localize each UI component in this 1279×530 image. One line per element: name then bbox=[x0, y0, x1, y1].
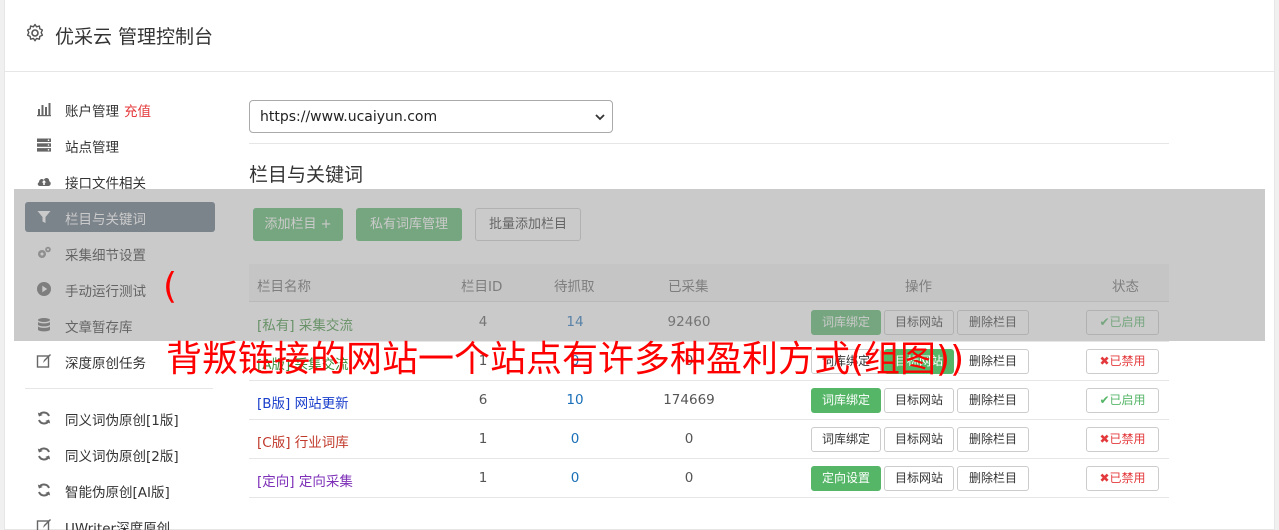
table-row: [定向] 定向采集 1 0 0 定向设置 目标网站 删除栏目 ✖已禁用 bbox=[249, 459, 1169, 498]
column-id: 6 bbox=[478, 392, 488, 408]
delete-column-button[interactable]: 删除栏目 bbox=[957, 466, 1029, 491]
table-row: [B版] 网站更新 6 10 174669 词库绑定 目标网站 删除栏目 ✔已启用 bbox=[249, 381, 1169, 420]
sidebar-item-label: 深度原创任务 bbox=[65, 356, 146, 372]
sidebar-item-uwriter[interactable]: UWriter深度原创 bbox=[25, 511, 215, 530]
cloud-upload-icon bbox=[37, 178, 51, 186]
table-row: [C版] 行业词库 1 0 0 词库绑定 目标网站 删除栏目 ✖已禁用 bbox=[249, 420, 1169, 459]
delete-column-button[interactable]: 删除栏目 bbox=[957, 349, 1029, 374]
delete-column-button[interactable]: 删除栏目 bbox=[957, 388, 1029, 413]
section-title: 栏目与关键词 bbox=[249, 164, 364, 186]
divider bbox=[249, 143, 1169, 144]
overlay-banner bbox=[14, 189, 1265, 341]
overlay-text-paren: ( bbox=[163, 266, 178, 307]
sidebar-item-label: 站点管理 bbox=[65, 140, 119, 156]
lexicon-bind-button[interactable]: 定向设置 bbox=[811, 466, 881, 491]
status-toggle[interactable]: ✖已禁用 bbox=[1086, 466, 1159, 491]
sidebar-item-account[interactable]: 账户管理 充值 bbox=[25, 94, 215, 124]
sidebar-item-synonym-v2[interactable]: 同义词伪原创[2版] bbox=[25, 439, 215, 469]
sidebar-item-sites[interactable]: 站点管理 bbox=[25, 130, 215, 160]
column-id: 1 bbox=[478, 431, 488, 447]
pending-count[interactable]: 0 bbox=[545, 470, 605, 486]
collected-count: 174669 bbox=[663, 392, 715, 408]
lexicon-bind-button[interactable]: 词库绑定 bbox=[811, 427, 881, 452]
edit-icon bbox=[36, 354, 51, 368]
bar-chart-icon bbox=[37, 103, 51, 117]
site-select-value: https://www.ucaiyun.com bbox=[260, 109, 438, 125]
column-name-link[interactable]: [定向] 定向采集 bbox=[257, 470, 353, 490]
server-icon bbox=[37, 138, 51, 152]
site-select[interactable]: https://www.ucaiyun.com bbox=[249, 100, 613, 133]
sidebar-item-label: 同义词伪原创[1版] bbox=[65, 413, 179, 429]
collected-count: 0 bbox=[684, 470, 694, 486]
delete-column-button[interactable]: 删除栏目 bbox=[957, 427, 1029, 452]
page-header: 优采云 管理控制台 bbox=[5, 0, 1274, 72]
lexicon-bind-button[interactable]: 词库绑定 bbox=[811, 388, 881, 413]
sidebar-item-synonym-v1[interactable]: 同义词伪原创[1版] bbox=[25, 403, 215, 433]
overlay-headline: 背叛链接的网站一个站点有许多种盈利方式(组图)) bbox=[166, 339, 965, 380]
target-site-button[interactable]: 目标网站 bbox=[884, 427, 954, 452]
target-site-button[interactable]: 目标网站 bbox=[884, 466, 954, 491]
status-toggle[interactable]: ✔已启用 bbox=[1086, 388, 1159, 413]
pending-count[interactable]: 0 bbox=[545, 431, 605, 447]
refresh-icon bbox=[37, 483, 51, 497]
collected-count: 0 bbox=[684, 431, 694, 447]
target-site-button[interactable]: 目标网站 bbox=[884, 388, 954, 413]
gear-icon bbox=[26, 23, 44, 42]
sidebar-item-ai-original[interactable]: 智能伪原创[AI版] bbox=[25, 475, 215, 505]
column-name-link[interactable]: [C版] 行业词库 bbox=[257, 431, 349, 451]
refresh-icon bbox=[37, 411, 51, 425]
sidebar-divider bbox=[25, 388, 213, 389]
refresh-icon bbox=[37, 447, 51, 461]
edit-icon bbox=[36, 519, 51, 530]
chevron-down-icon bbox=[595, 114, 605, 121]
page-title: 优采云 管理控制台 bbox=[55, 26, 214, 48]
sidebar-item-label: 智能伪原创[AI版] bbox=[65, 485, 170, 501]
sidebar-item-label: UWriter深度原创 bbox=[65, 521, 171, 530]
pending-count[interactable]: 10 bbox=[545, 392, 605, 408]
column-name-link[interactable]: [B版] 网站更新 bbox=[257, 392, 349, 412]
column-id: 1 bbox=[478, 470, 488, 486]
status-toggle[interactable]: ✖已禁用 bbox=[1086, 427, 1159, 452]
recharge-link[interactable]: 充值 bbox=[124, 104, 151, 120]
status-toggle[interactable]: ✖已禁用 bbox=[1086, 349, 1159, 374]
sidebar-item-label: 账户管理 bbox=[65, 104, 119, 120]
sidebar-item-label: 同义词伪原创[2版] bbox=[65, 449, 179, 465]
